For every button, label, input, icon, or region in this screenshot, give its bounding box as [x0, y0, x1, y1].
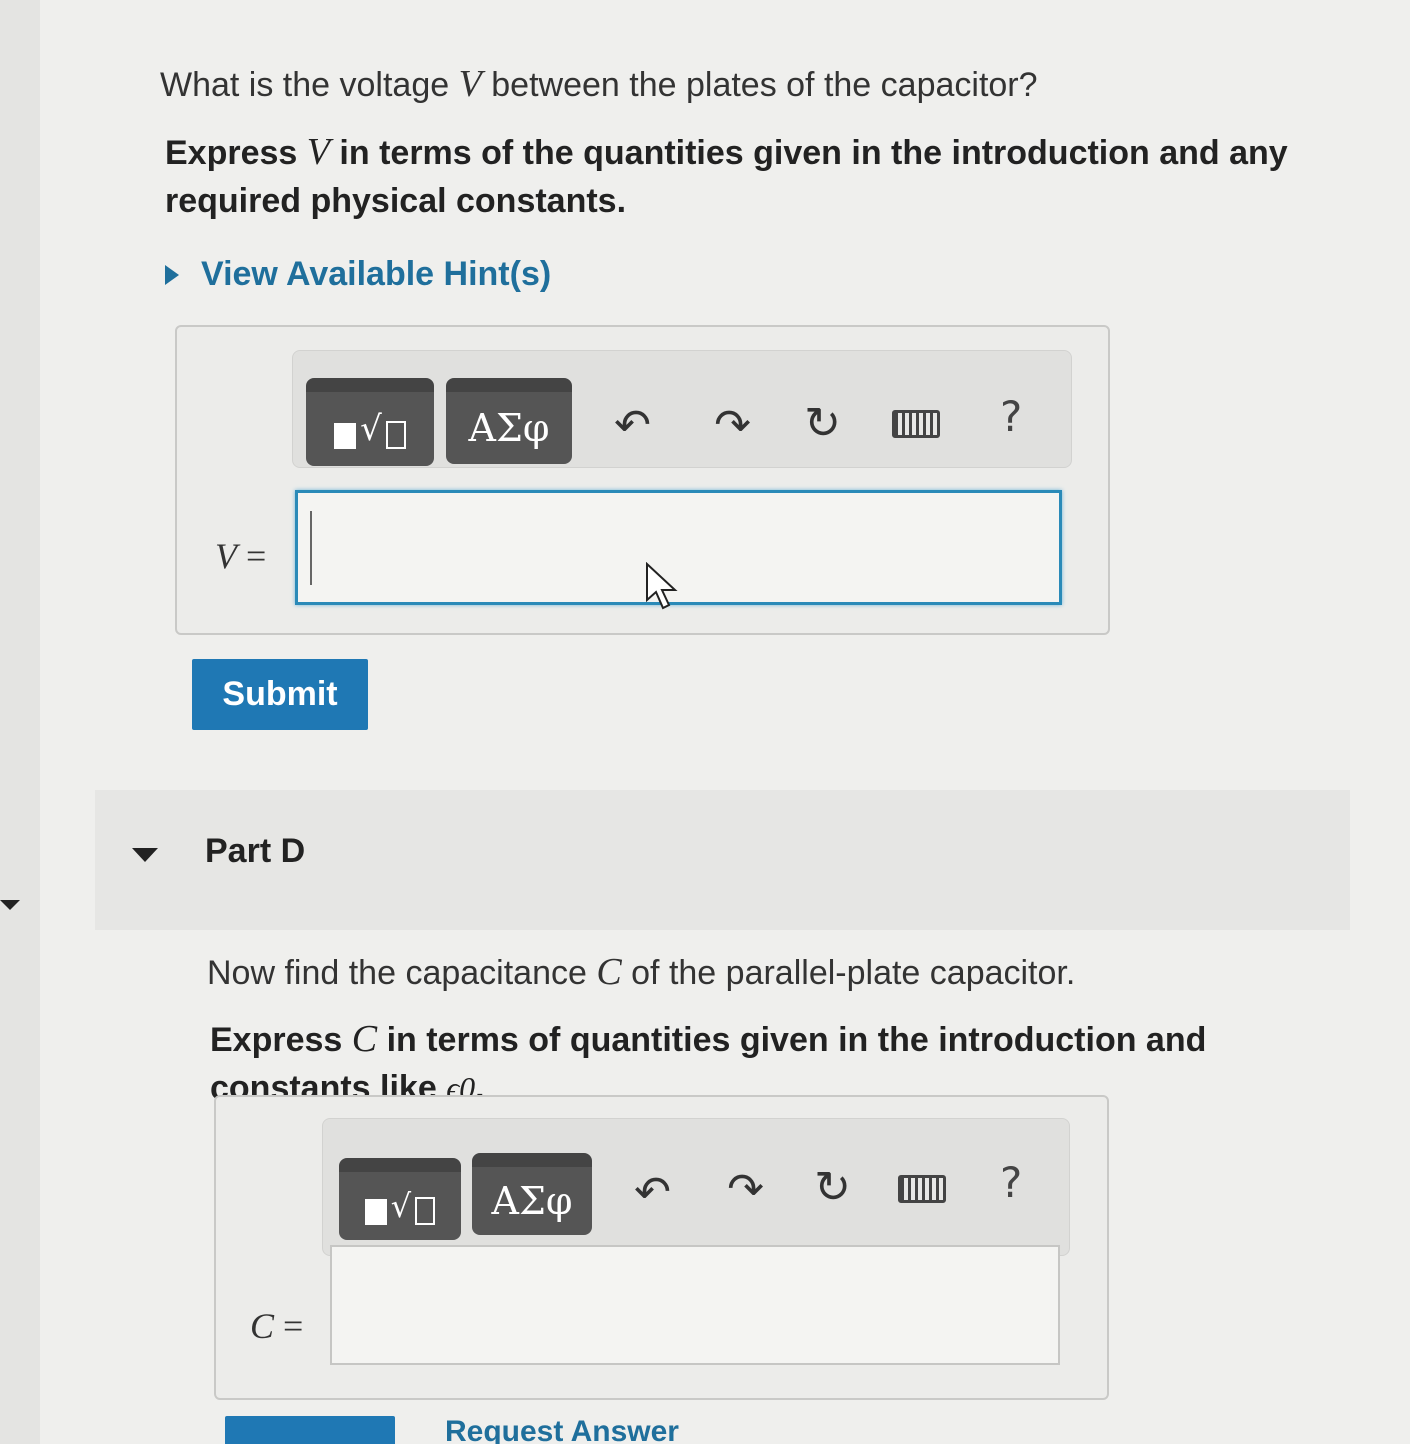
templates-icon: √	[364, 1187, 436, 1225]
var-v: V	[306, 131, 330, 173]
view-hints-link[interactable]: View Available Hint(s)	[165, 255, 551, 294]
redo-icon[interactable]: ↷	[705, 398, 760, 453]
keyboard-icon[interactable]	[892, 410, 940, 438]
submit-button[interactable]: Submit	[192, 659, 368, 730]
reset-icon[interactable]: ↻	[805, 1160, 860, 1215]
greek-icon: ΑΣφ	[468, 406, 550, 450]
v-equals-label: V =	[215, 536, 267, 576]
help-icon[interactable]: ?	[1000, 1158, 1022, 1207]
request-answer-link[interactable]: Request Answer	[445, 1415, 679, 1444]
c-answer-input[interactable]	[330, 1245, 1060, 1365]
part-c-question: What is the voltage V between the plates…	[160, 63, 1038, 105]
part-d-question: Now find the capacitance C of the parall…	[207, 951, 1076, 993]
var-v: V	[458, 63, 482, 105]
c-equals-label: C =	[250, 1306, 304, 1346]
var-c: C	[351, 1018, 378, 1060]
greek-button[interactable]: ΑΣφ	[472, 1153, 592, 1235]
redo-icon[interactable]: ↷	[718, 1162, 773, 1217]
undo-icon[interactable]: ↶	[625, 1165, 680, 1220]
greek-button[interactable]: ΑΣφ	[446, 378, 572, 464]
undo-icon[interactable]: ↶	[605, 398, 660, 453]
templates-icon: √	[334, 409, 406, 449]
part-c-instructions: Express V in terms of the quantities giv…	[165, 131, 1288, 220]
part-d-submit-button[interactable]	[225, 1416, 395, 1444]
greek-icon: ΑΣφ	[491, 1179, 573, 1223]
mouse-pointer-icon	[646, 562, 678, 610]
reset-icon[interactable]: ↻	[795, 396, 850, 451]
var-c: C	[596, 951, 622, 993]
text-caret	[310, 511, 312, 585]
side-collapse-arrow-icon[interactable]	[0, 900, 20, 910]
templates-button[interactable]: √	[306, 378, 434, 466]
collapse-triangle-icon[interactable]	[132, 848, 158, 862]
templates-button[interactable]: √	[339, 1158, 461, 1240]
keyboard-icon[interactable]	[898, 1175, 946, 1203]
part-d-title[interactable]: Part D	[205, 832, 305, 871]
expand-triangle-icon	[165, 264, 179, 285]
hint-label: View Available Hint(s)	[201, 255, 552, 293]
help-icon[interactable]: ?	[1000, 392, 1022, 441]
